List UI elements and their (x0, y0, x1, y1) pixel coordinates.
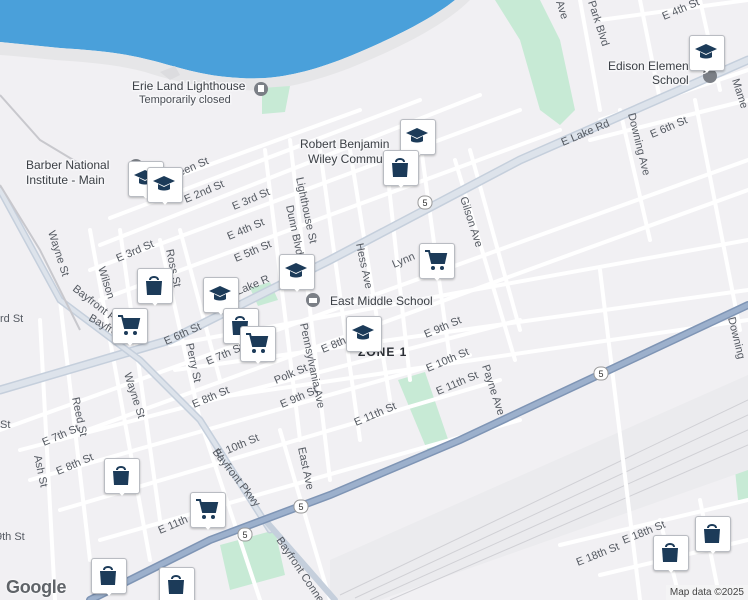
svg-text:5: 5 (242, 530, 247, 540)
shop-marker[interactable] (137, 268, 173, 308)
map-base: 5 5 5 5 E Lake Rd Lake R E 6th St E 6th … (0, 0, 748, 600)
shopping-bag-icon (113, 466, 129, 485)
shopping-cart-icon (196, 499, 219, 519)
label-east-middle: East Middle School (330, 294, 433, 308)
shop-marker[interactable] (383, 150, 419, 190)
label-edison-2: School (652, 73, 689, 87)
graduation-cap-icon (406, 128, 428, 143)
shopping-bag-icon (662, 543, 678, 562)
grocery-marker[interactable] (419, 243, 455, 283)
label-robert-2: Wiley Communi (308, 152, 392, 166)
shopping-bag-icon (100, 566, 116, 585)
grocery-marker[interactable] (240, 326, 276, 366)
map-canvas[interactable]: 5 5 5 5 E Lake Rd Lake R E 6th St E 6th … (0, 0, 748, 600)
graduation-cap-icon (695, 44, 717, 59)
shopping-bag-icon (146, 276, 162, 295)
graduation-cap-icon (285, 263, 307, 278)
route-5-shield-east: 5 (593, 366, 609, 381)
shop-marker[interactable] (104, 458, 140, 498)
route-5-shield-south: 5 (293, 499, 309, 514)
label-9th-st-left: 9th St (0, 531, 25, 543)
school-poi-icon (306, 293, 320, 307)
school-marker[interactable] (279, 254, 315, 294)
school-marker[interactable] (147, 167, 183, 207)
svg-text:5: 5 (422, 198, 427, 208)
google-logo: Google (6, 577, 67, 597)
shopping-cart-icon (118, 315, 141, 335)
shop-marker[interactable] (159, 567, 195, 600)
grocery-marker[interactable] (190, 492, 226, 532)
lighthouse-icon (254, 82, 268, 96)
grocery-marker[interactable] (112, 308, 148, 348)
route-5-shield-sw: 5 (237, 527, 253, 542)
edison-school-marker[interactable] (689, 35, 725, 75)
route-5-shield-north: 5 (417, 195, 433, 210)
shop-marker[interactable] (91, 558, 127, 598)
shopping-cart-icon (425, 250, 448, 270)
label-rd-st: rd St (0, 313, 23, 325)
shopping-bag-icon (168, 575, 184, 594)
shop-marker[interactable] (695, 516, 731, 556)
label-st-left: St (0, 419, 10, 431)
svg-text:5: 5 (298, 502, 303, 512)
map-data-credit[interactable]: Map data ©2025 (665, 585, 748, 600)
graduation-cap-icon (352, 325, 374, 340)
label-lighthouse-status: Temporarily closed (139, 94, 231, 106)
label-lighthouse: Erie Land Lighthouse (132, 79, 246, 93)
label-robert-1: Robert Benjamin (300, 137, 389, 151)
shop-marker[interactable] (653, 535, 689, 575)
shopping-bag-icon (392, 158, 408, 177)
graduation-cap-icon (153, 176, 175, 191)
graduation-cap-icon (209, 286, 231, 301)
label-barber-1: Barber National (26, 158, 109, 172)
label-barber-2: Institute - Main (26, 173, 105, 187)
shopping-cart-icon (246, 333, 269, 353)
svg-text:5: 5 (598, 369, 603, 379)
shopping-bag-icon (704, 524, 720, 543)
school-marker[interactable] (346, 316, 382, 356)
